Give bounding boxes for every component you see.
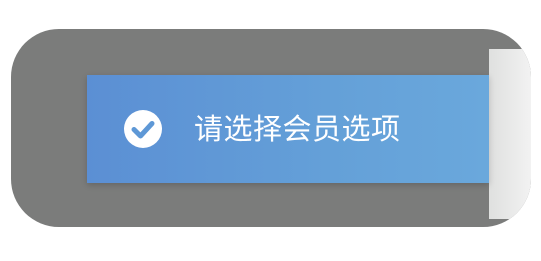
check-circle-icon xyxy=(124,110,162,148)
toast-notification: 请选择会员选项 xyxy=(87,75,489,183)
toast-message: 请选择会员选项 xyxy=(194,112,401,146)
